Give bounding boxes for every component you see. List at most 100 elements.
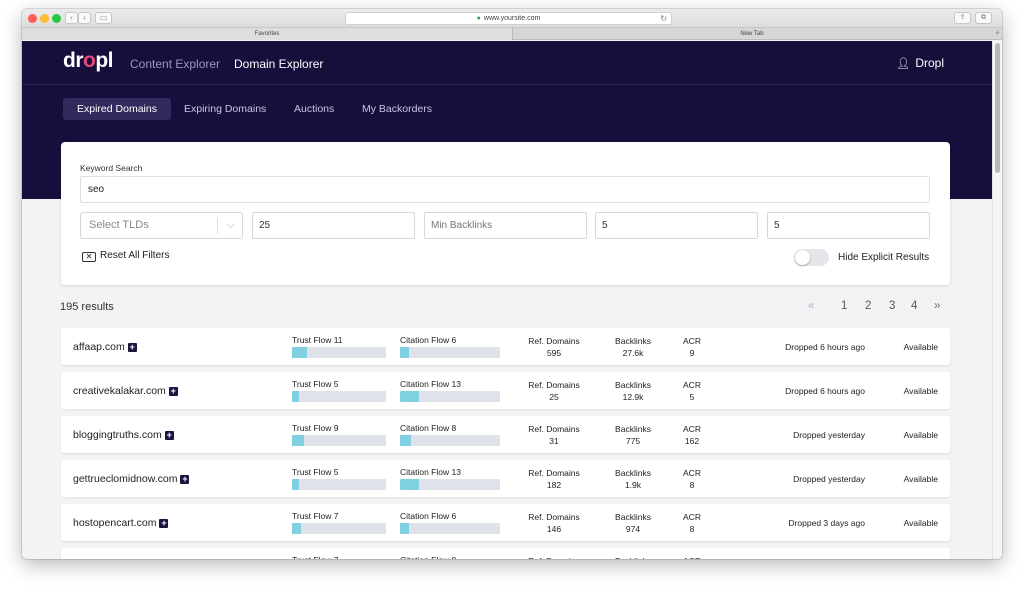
domain-name[interactable]: hostopencart.com +: [73, 517, 169, 529]
ref-domains-label: Ref. Domains: [528, 336, 580, 346]
keyword-search-label: Keyword Search: [80, 163, 143, 173]
availability-status[interactable]: Available: [904, 342, 938, 352]
citation-flow-label: Citation Flow 13: [400, 467, 461, 477]
filter-field-5[interactable]: [767, 212, 930, 239]
citation-flow-fill: [400, 391, 419, 402]
acr-cell: ACR 5: [652, 379, 732, 403]
nav-domain-explorer[interactable]: Domain Explorer: [234, 57, 323, 71]
page-2[interactable]: 2: [865, 300, 871, 312]
tabs-overview-icon[interactable]: ⧉: [975, 12, 992, 24]
citation-flow-label: Citation Flow 6: [400, 335, 457, 345]
availability-status[interactable]: Available: [904, 474, 938, 484]
keyword-search-input[interactable]: [80, 176, 930, 203]
domain-name[interactable]: affaap.com +: [73, 341, 137, 353]
logo[interactable]: dropl: [63, 49, 114, 73]
domain-text: gettrueclomidnow.com: [73, 473, 178, 485]
add-domain-icon[interactable]: +: [127, 343, 137, 352]
add-domain-icon[interactable]: +: [168, 387, 178, 396]
acr-value: 8: [689, 524, 695, 534]
hide-explicit-label: Hide Explicit Results: [838, 252, 930, 263]
acr-label: ACR: [683, 424, 701, 434]
clear-icon: ✕: [82, 252, 96, 262]
min-backlinks-input[interactable]: [424, 212, 587, 239]
reload-icon[interactable]: ↻: [660, 13, 667, 24]
acr-cell: ACR 162: [652, 423, 732, 447]
domain-name[interactable]: bloggingtruths.com +: [73, 429, 174, 441]
tab-new-tab[interactable]: New Tab: [513, 28, 991, 40]
close-window-button[interactable]: [28, 14, 37, 23]
reset-filters-label: Reset All Filters: [100, 250, 170, 261]
address-bar[interactable]: ● www.yoursite.com ↻: [345, 12, 672, 25]
add-domain-icon[interactable]: +: [164, 431, 174, 440]
ref-domains-cell: Ref. Domains 182: [514, 467, 594, 491]
page-1[interactable]: 1: [841, 300, 847, 312]
trust-flow-bar: [292, 435, 386, 446]
scrollbar-thumb[interactable]: [995, 43, 1000, 173]
trust-flow-fill: [292, 523, 302, 534]
availability-status[interactable]: Available: [904, 518, 938, 528]
user-menu[interactable]: 👤︎ Dropl: [896, 56, 944, 70]
dropped-time: Dropped 6 hours ago: [785, 342, 865, 352]
dropped-time: Dropped yesterday: [793, 430, 865, 440]
filter-panel: Keyword Search Select TLDs ⌵ ✕ Reset All …: [61, 142, 950, 285]
trust-flow-fill: [292, 435, 305, 446]
tab-expired-domains[interactable]: Expired Domains: [63, 98, 171, 120]
trust-flow-bar: [292, 391, 386, 402]
ref-domains-cell: Ref. Domains 595: [514, 335, 594, 359]
new-tab-icon[interactable]: +: [995, 28, 1000, 39]
page-3[interactable]: 3: [889, 300, 895, 312]
page-4[interactable]: 4: [911, 300, 917, 312]
ref-domains-label: Ref. Domains: [528, 380, 580, 390]
trust-flow-fill: [292, 479, 299, 490]
page-content: dropl Content Explorer Domain Explorer 👤…: [22, 41, 992, 559]
scrollbar[interactable]: [992, 41, 1002, 559]
domain-name[interactable]: creativekalakar.com +: [73, 385, 178, 397]
share-icon[interactable]: ⇪: [954, 12, 971, 24]
back-icon[interactable]: ‹: [65, 12, 78, 24]
ref-domains-cell: Ref. Domains 25: [514, 379, 594, 403]
tab-my-backorders[interactable]: My Backorders: [348, 98, 446, 120]
citation-flow-bar: [400, 391, 500, 402]
zoom-window-button[interactable]: [52, 14, 61, 23]
user-icon: 👤︎: [896, 58, 911, 70]
table-row[interactable]: affaap.com + Trust Flow 11 Citation Flow 6 R…: [61, 328, 950, 365]
availability-status[interactable]: Available: [904, 430, 938, 440]
tab-auctions[interactable]: Auctions: [280, 98, 348, 120]
table-row[interactable]: creativekalakar.com + Trust Flow 5 Citation…: [61, 372, 950, 409]
ref-domains-value: 146: [546, 524, 562, 534]
next-page-icon[interactable]: »: [934, 300, 940, 312]
table-row[interactable]: hostopencart.com + Trust Flow 7 Citation Fl…: [61, 504, 950, 541]
add-domain-icon[interactable]: +: [180, 475, 190, 484]
tld-select[interactable]: Select TLDs ⌵: [80, 212, 243, 239]
table-row[interactable]: teamaustraliamotorsport.com+Trust Flow 7…: [61, 548, 950, 559]
dropped-time: Dropped yesterday: [793, 474, 865, 484]
domain-name[interactable]: gettrueclomidnow.com +: [73, 473, 190, 485]
select-separator: [217, 218, 218, 234]
prev-page-icon[interactable]: «: [808, 300, 814, 312]
dropped-time: Dropped 3 days ago: [788, 518, 865, 528]
tld-select-placeholder: Select TLDs: [89, 219, 149, 231]
filter-field-2[interactable]: [252, 212, 415, 239]
add-domain-icon[interactable]: +: [159, 519, 169, 528]
hide-explicit-toggle[interactable]: [794, 249, 829, 266]
minimize-window-button[interactable]: [40, 14, 49, 23]
filter-field-4[interactable]: [595, 212, 758, 239]
ref-domains-label: Ref. Domains: [528, 512, 580, 522]
forward-icon[interactable]: ›: [78, 12, 91, 24]
citation-flow-bar: [400, 347, 500, 358]
tab-favorites[interactable]: Favorites: [22, 28, 513, 40]
table-row[interactable]: bloggingtruths.com + Trust Flow 9 Citation …: [61, 416, 950, 453]
acr-value: 5: [689, 392, 695, 402]
lock-icon: ●: [476, 15, 481, 22]
availability-status[interactable]: Available: [904, 386, 938, 396]
domain-text: creativekalakar.com: [73, 385, 166, 397]
ref-domains-value: 595: [546, 348, 562, 358]
table-row[interactable]: gettrueclomidnow.com + Trust Flow 5 Citatio…: [61, 460, 950, 497]
sidebar-icon[interactable]: ▭: [95, 12, 112, 24]
nav-content-explorer[interactable]: Content Explorer: [130, 57, 220, 71]
header-divider: [22, 84, 992, 85]
tab-expiring-domains[interactable]: Expiring Domains: [170, 98, 280, 120]
citation-flow-fill: [400, 347, 409, 358]
reset-filters-button[interactable]: ✕ Reset All Filters: [82, 250, 169, 262]
acr-cell: ACR 9: [652, 335, 732, 359]
